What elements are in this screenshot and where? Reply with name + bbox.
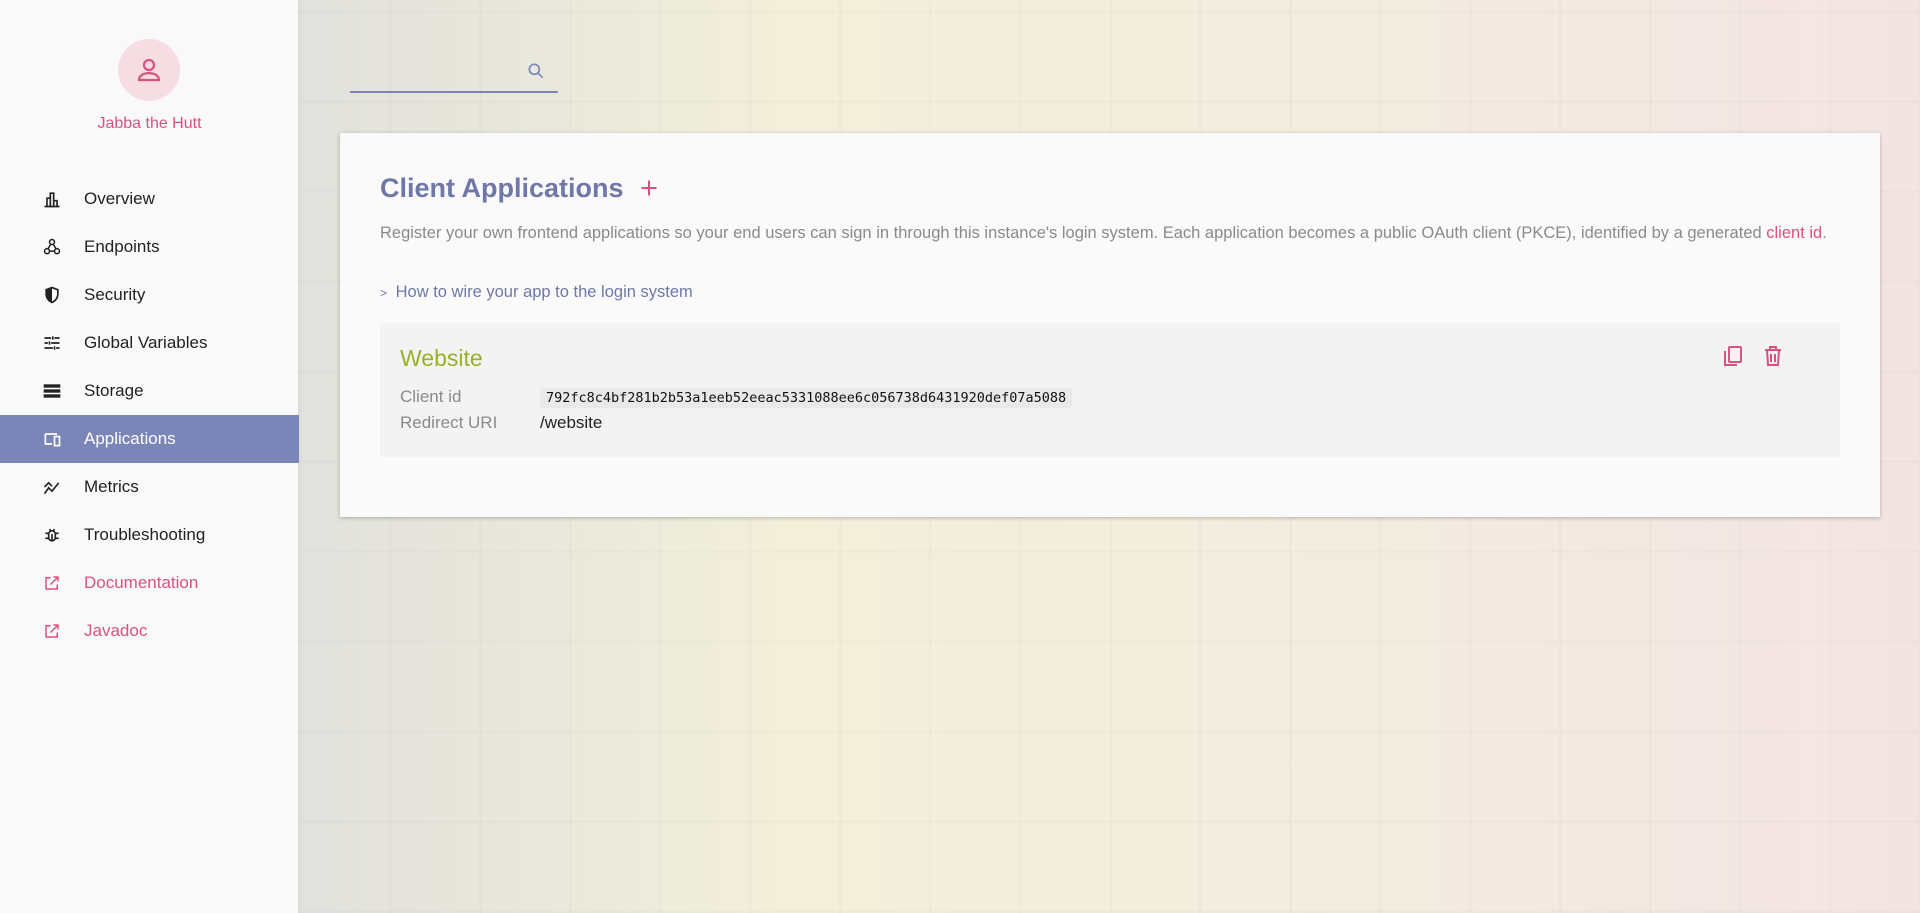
sidebar-item-label: Security bbox=[84, 285, 146, 304]
client-id-value: 792fc8c4bf281b2b53a1eeb52eeac5331088ee6c… bbox=[540, 388, 1073, 408]
sidebar-item-label: Overview bbox=[84, 189, 155, 208]
bug-icon bbox=[40, 523, 64, 547]
application-entry: Website Client id 792fc8c4bf281b2b53a1eeb… bbox=[380, 323, 1840, 457]
webhook-icon bbox=[40, 235, 64, 259]
sidebar-item-global-variables[interactable]: Global Variables bbox=[0, 319, 299, 367]
search-field[interactable] bbox=[350, 55, 558, 93]
sidebar-item-label: Applications bbox=[84, 429, 176, 448]
page-description: Register your own frontend applications … bbox=[380, 223, 1840, 243]
client-id-row: Client id 792fc8c4bf281b2b53a1eeb52eeac53… bbox=[400, 387, 1073, 408]
client-id-label: Client id bbox=[400, 387, 462, 406]
bar-chart-icon bbox=[40, 187, 64, 211]
external-link-icon bbox=[40, 619, 64, 643]
sidebar: Jabba the Hutt Overview Endpoints Securi… bbox=[0, 0, 299, 913]
add-application-button[interactable] bbox=[634, 173, 664, 203]
sidebar-item-label: Troubleshooting bbox=[84, 525, 206, 544]
plus-icon bbox=[641, 180, 657, 196]
page-title: Client Applications bbox=[380, 173, 624, 203]
sidebar-item-metrics[interactable]: Metrics bbox=[0, 463, 299, 511]
sidebar-item-label: Metrics bbox=[84, 477, 139, 496]
sidebar-item-applications[interactable]: Applications bbox=[0, 415, 299, 463]
sidebar-item-storage[interactable]: Storage bbox=[0, 367, 299, 415]
sidebar-item-label: Global Variables bbox=[84, 333, 208, 352]
description-end: . bbox=[1822, 224, 1827, 242]
sidebar-item-troubleshooting[interactable]: Troubleshooting bbox=[0, 511, 299, 559]
application-name: Website bbox=[400, 345, 483, 371]
sidebar-item-security[interactable]: Security bbox=[0, 271, 299, 319]
howto-label: How to wire your app to the login system bbox=[395, 283, 693, 301]
line-chart-icon bbox=[40, 475, 64, 499]
sidebar-item-label: Endpoints bbox=[84, 237, 160, 256]
sidebar-item-overview[interactable]: Overview bbox=[0, 175, 299, 223]
redirect-uri-value: /website bbox=[540, 413, 603, 432]
storage-icon bbox=[40, 379, 64, 403]
redirect-uri-label: Redirect URI bbox=[400, 413, 498, 432]
client-id-term: client id bbox=[1766, 224, 1823, 242]
application-actions bbox=[1720, 343, 1786, 369]
description-text: Register your own frontend applications … bbox=[380, 224, 1762, 242]
person-icon bbox=[137, 58, 161, 82]
sidebar-item-label: Storage bbox=[84, 381, 144, 400]
trash-icon bbox=[1765, 346, 1781, 366]
external-link-icon bbox=[40, 571, 64, 595]
shield-icon bbox=[40, 283, 64, 307]
sidebar-item-endpoints[interactable]: Endpoints bbox=[0, 223, 299, 271]
sidebar-nav: Overview Endpoints Security Global Varia… bbox=[0, 175, 299, 655]
copy-icon bbox=[1724, 346, 1742, 366]
howto-prefix: > bbox=[380, 286, 388, 300]
devices-icon bbox=[40, 427, 64, 451]
sidebar-item-label: Javadoc bbox=[84, 621, 148, 640]
applications-card: Client Applications Register your own fr… bbox=[340, 133, 1880, 517]
sidebar-item-javadoc[interactable]: Javadoc bbox=[0, 607, 299, 655]
search-icon[interactable] bbox=[526, 61, 546, 86]
search-input[interactable] bbox=[350, 55, 525, 89]
howto-expander[interactable]: > How to wire your app to the login syst… bbox=[380, 283, 693, 302]
redirect-uri-row: Redirect URI/website bbox=[400, 413, 602, 433]
copy-button[interactable] bbox=[1720, 343, 1746, 369]
sidebar-item-documentation[interactable]: Documentation bbox=[0, 559, 299, 607]
avatar[interactable] bbox=[118, 39, 180, 101]
delete-button[interactable] bbox=[1760, 343, 1786, 369]
sidebar-item-label: Documentation bbox=[84, 573, 199, 592]
user-name[interactable]: Jabba the Hutt bbox=[0, 115, 299, 133]
tune-icon bbox=[40, 331, 64, 355]
